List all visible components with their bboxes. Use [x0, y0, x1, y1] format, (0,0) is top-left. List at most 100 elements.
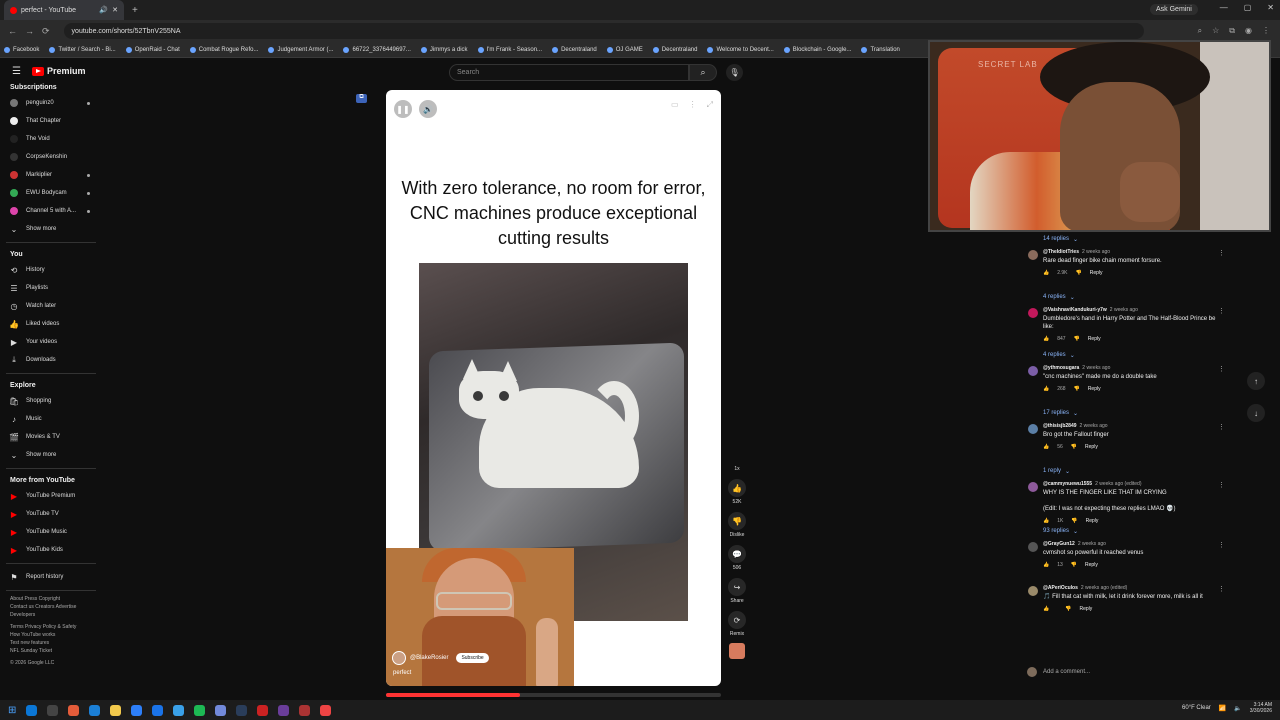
explore-section-item[interactable]: ♪ Music — [0, 410, 104, 428]
comment-more-icon[interactable]: ⋮ — [1218, 541, 1225, 549]
more-from-youtube-item[interactable]: ▶ YouTube TV — [0, 505, 104, 523]
thumbs-up-icon[interactable]: 👍 — [1043, 336, 1049, 342]
replies-toggle[interactable]: 1 reply ⌄ — [1021, 464, 1233, 478]
youtube-logo[interactable]: Premium — [32, 66, 86, 76]
comment-more-icon[interactable]: ⋮ — [1218, 365, 1225, 373]
forward-arrow-icon[interactable]: → — [25, 26, 34, 36]
bookmark-item[interactable]: Translation — [861, 46, 900, 53]
bookmark-item[interactable]: Decentraland — [552, 46, 597, 53]
new-tab-button[interactable]: + — [132, 5, 138, 16]
sidebar-subscription-item[interactable]: EWU Bodycam — [0, 184, 104, 202]
channel-avatar[interactable] — [392, 651, 406, 665]
bookmark-item[interactable]: Judgement Armor (... — [268, 46, 333, 53]
miniplayer-icon[interactable]: ⧉ — [356, 94, 367, 103]
sidebar-subscription-item[interactable]: CorpseKenshin — [0, 148, 104, 166]
thumbs-up-icon[interactable]: 👍 — [1043, 518, 1049, 524]
explore-section-item[interactable]: 🎬 Movies & TV — [0, 428, 104, 446]
commenter-handle[interactable]: @ythmosugara — [1043, 365, 1079, 371]
weather-widget[interactable]: 60°F Clear — [1182, 705, 1211, 711]
comment-more-icon[interactable]: ⋮ — [1218, 585, 1225, 593]
thumbs-down-icon[interactable]: 👎 — [1076, 270, 1082, 276]
thumbs-up-icon[interactable]: 👍 — [1043, 270, 1049, 276]
maximize-button[interactable]: ▢ — [1244, 3, 1252, 12]
windows-start-icon[interactable]: ⊞ — [8, 705, 16, 716]
fullscreen-icon[interactable]: ⤢ — [707, 100, 713, 110]
previous-short-button[interactable]: ↑ — [1247, 372, 1265, 390]
footer-line[interactable]: Terms Privacy Policy & Safety — [10, 623, 104, 631]
you-heading[interactable]: You — [0, 247, 104, 261]
clock[interactable]: 3:14 AM 3/30/2026 — [1250, 702, 1272, 714]
comment-more-icon[interactable]: ⋮ — [1218, 423, 1225, 431]
shorts-player[interactable]: ❚❚ 🔊 ▭ ⋮ ⤢ With zero tolerance, no room … — [386, 90, 721, 686]
you-section-item[interactable]: ⟲ History — [0, 261, 104, 279]
show-more-explore[interactable]: ⌄ Show more — [0, 446, 104, 464]
subscribe-button[interactable]: Subscribe — [456, 653, 489, 663]
taskbar-app-icon[interactable] — [110, 704, 122, 716]
commenter-avatar[interactable] — [1028, 366, 1038, 376]
commenter-avatar[interactable] — [1028, 424, 1038, 434]
taskbar-app-icon[interactable] — [215, 704, 227, 716]
report-history-item[interactable]: ⚑ Report history — [0, 568, 104, 586]
taskbar-app-icon[interactable] — [68, 704, 80, 716]
reload-icon[interactable]: ⟳ — [42, 26, 50, 37]
bookmark-item[interactable]: OJ GAME — [606, 46, 643, 53]
bookmark-item[interactable]: 66722_3376449697... — [343, 46, 411, 53]
footer-line[interactable]: Developers — [10, 611, 104, 619]
comment-more-icon[interactable]: ⋮ — [1218, 307, 1225, 315]
commenter-handle[interactable]: @APeriOculos — [1043, 585, 1078, 591]
thumbs-down-icon[interactable]: 👎 — [1074, 336, 1080, 342]
taskbar-app-icon[interactable] — [257, 704, 269, 716]
share-button[interactable]: ↪ — [728, 578, 746, 596]
reply-button[interactable]: Reply — [1090, 270, 1103, 276]
captions-icon[interactable]: ▭ — [671, 100, 679, 110]
minimize-button[interactable]: — — [1220, 3, 1228, 12]
thumbs-up-icon[interactable]: 👍 — [1043, 606, 1049, 612]
show-more-subscriptions[interactable]: ⌄ Show more — [0, 220, 104, 238]
footer-line[interactable]: NFL Sunday Ticket — [10, 647, 104, 655]
hamburger-menu-icon[interactable]: ☰ — [12, 66, 21, 77]
pause-button[interactable]: ❚❚ — [394, 100, 412, 118]
reply-button[interactable]: Reply — [1088, 336, 1101, 342]
taskbar-app-icon[interactable] — [194, 704, 206, 716]
url-field[interactable]: youtube.com/shorts/52TbnV255NA — [63, 23, 1144, 39]
ask-gemini-button[interactable]: Ask Gemini — [1150, 4, 1198, 15]
replies-toggle[interactable]: 17 replies ⌄ — [1021, 406, 1233, 420]
voice-search-button[interactable]: 🎙 — [726, 64, 743, 81]
volume-button[interactable]: 🔊 — [419, 100, 437, 118]
comment-more-icon[interactable]: ⋮ — [1218, 249, 1225, 257]
thumbs-up-icon[interactable]: 👍 — [1043, 562, 1049, 568]
commenter-handle[interactable]: @GrayGun12 — [1043, 541, 1075, 547]
commenter-handle[interactable]: @thisisjb2849 — [1043, 423, 1077, 429]
search-button[interactable]: ⌕ — [689, 64, 717, 81]
more-from-youtube-item[interactable]: ▶ YouTube Kids — [0, 541, 104, 559]
more-from-youtube-item[interactable]: ▶ YouTube Premium — [0, 487, 104, 505]
commenter-avatar[interactable] — [1028, 250, 1038, 260]
sidebar-subscription-item[interactable]: The Void — [0, 130, 104, 148]
taskbar-app-icon[interactable] — [131, 704, 143, 716]
bookmark-star-icon[interactable]: ☆ — [1212, 26, 1219, 36]
taskbar-app-icon[interactable] — [299, 704, 311, 716]
you-section-item[interactable]: ☰ Playlists — [0, 279, 104, 297]
bookmark-item[interactable]: Blockchain - Google... — [783, 46, 851, 53]
thumbs-down-icon[interactable]: 👎 — [1071, 562, 1077, 568]
sound-thumbnail[interactable] — [729, 643, 745, 659]
footer-line[interactable]: How YouTube works — [10, 631, 104, 639]
bookmark-item[interactable]: Facebook — [4, 46, 39, 53]
remix-button[interactable]: ⟳ — [728, 611, 746, 629]
you-section-item[interactable]: ⤓ Downloads — [0, 351, 104, 369]
dislike-button[interactable]: 👎 — [728, 512, 746, 530]
taskbar-app-icon[interactable] — [278, 704, 290, 716]
you-section-item[interactable]: ▶ Your videos — [0, 333, 104, 351]
thumbs-down-icon[interactable]: 👎 — [1074, 386, 1080, 392]
progress-bar[interactable] — [386, 693, 721, 697]
replies-toggle[interactable]: 14 replies ⌄ — [1021, 232, 1233, 246]
taskbar-app-icon[interactable] — [26, 704, 38, 716]
back-arrow-icon[interactable]: ← — [8, 26, 17, 36]
browser-tab-active[interactable]: perfect - YouTube 🔊 ✕ — [4, 0, 124, 20]
close-window-button[interactable]: ✕ — [1267, 3, 1274, 12]
sidebar-subscription-item[interactable]: penguinz0 — [0, 94, 104, 112]
subscriptions-heading[interactable]: Subscriptions — [0, 80, 104, 94]
commenter-avatar[interactable] — [1028, 308, 1038, 318]
wifi-icon[interactable]: 📶 — [1219, 705, 1226, 712]
explore-section-item[interactable]: 🛍 Shopping — [0, 392, 104, 410]
